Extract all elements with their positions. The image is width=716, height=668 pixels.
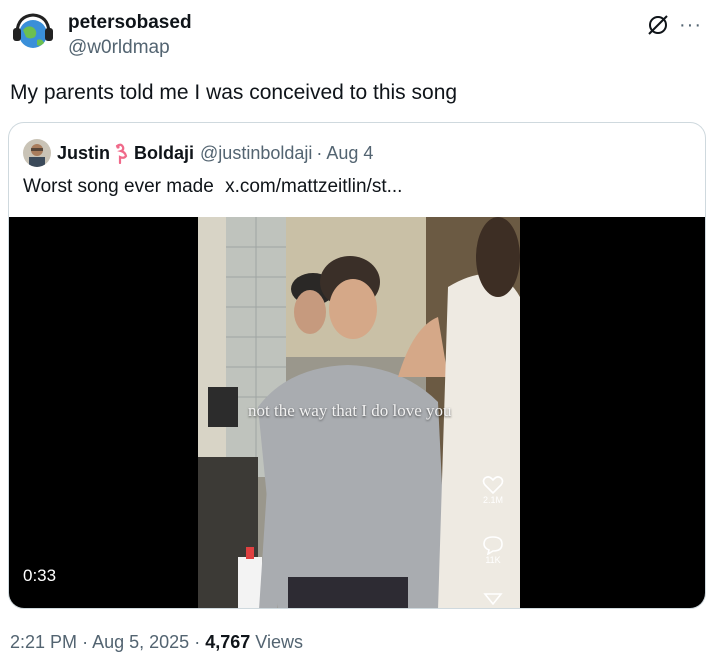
share-icon-group[interactable] — [482, 590, 504, 608]
flamingo-icon — [111, 142, 133, 165]
post-time[interactable]: 2:21 PM — [10, 632, 77, 652]
quote-separator: · — [316, 142, 323, 163]
footer-separator: · — [82, 632, 89, 652]
author-block: petersobased @w0rldmap — [68, 12, 192, 60]
grok-icon[interactable] — [645, 12, 671, 38]
post-date[interactable]: Aug 5, 2025 — [92, 632, 189, 652]
display-name[interactable]: petersobased — [68, 12, 192, 34]
quoted-post[interactable]: Justin Boldaji @justinboldaji · Aug 4 Wo… — [8, 122, 706, 609]
views-count[interactable]: 4,767 — [205, 632, 250, 652]
more-icon[interactable]: ··· — [679, 15, 702, 35]
video-duration: 0:33 — [23, 566, 57, 585]
quote-handle[interactable]: @justinboldaji — [200, 143, 312, 164]
views-label: Views — [255, 632, 303, 652]
quote-name-first[interactable]: Justin — [57, 143, 110, 164]
footer-separator: · — [194, 632, 201, 652]
like-count: 2.1M — [482, 495, 503, 505]
video-player[interactable]: not the way that I do love you 2.1M 11K … — [9, 217, 705, 608]
quote-text: Worst song ever made — [23, 176, 214, 197]
post-footer: 2:21 PM · Aug 5, 2025 · 4,767 Views — [10, 632, 303, 653]
comment-count: 11K — [485, 555, 501, 565]
quote-date[interactable]: Aug 4 — [326, 143, 373, 164]
top-actions: ··· — [645, 12, 702, 38]
user-handle[interactable]: @w0rldmap — [68, 36, 192, 60]
avatar[interactable] — [10, 10, 56, 56]
comment-icon-group[interactable]: 11K — [482, 535, 504, 565]
quote-header: Justin Boldaji @justinboldaji · Aug 4 — [23, 139, 373, 167]
share-icon[interactable] — [482, 590, 504, 608]
like-icon-group[interactable]: 2.1M — [482, 475, 504, 505]
quote-avatar[interactable] — [23, 139, 51, 167]
tweet-text: My parents told me I was conceived to th… — [10, 81, 458, 104]
video-caption: not the way that I do love you — [248, 401, 452, 420]
heart-icon[interactable] — [482, 475, 504, 495]
quote-link[interactable]: x.com/mattzeitlin/st... — [225, 176, 402, 197]
video-frame[interactable]: not the way that I do love you 2.1M 11K — [198, 217, 520, 608]
quote-name-last[interactable]: Boldaji — [134, 143, 194, 164]
post-header: petersobased @w0rldmap ··· — [10, 8, 706, 64]
quote-text-row: Worst song ever made x.com/mattzeitlin/s… — [23, 175, 402, 199]
comment-icon[interactable] — [482, 535, 504, 555]
